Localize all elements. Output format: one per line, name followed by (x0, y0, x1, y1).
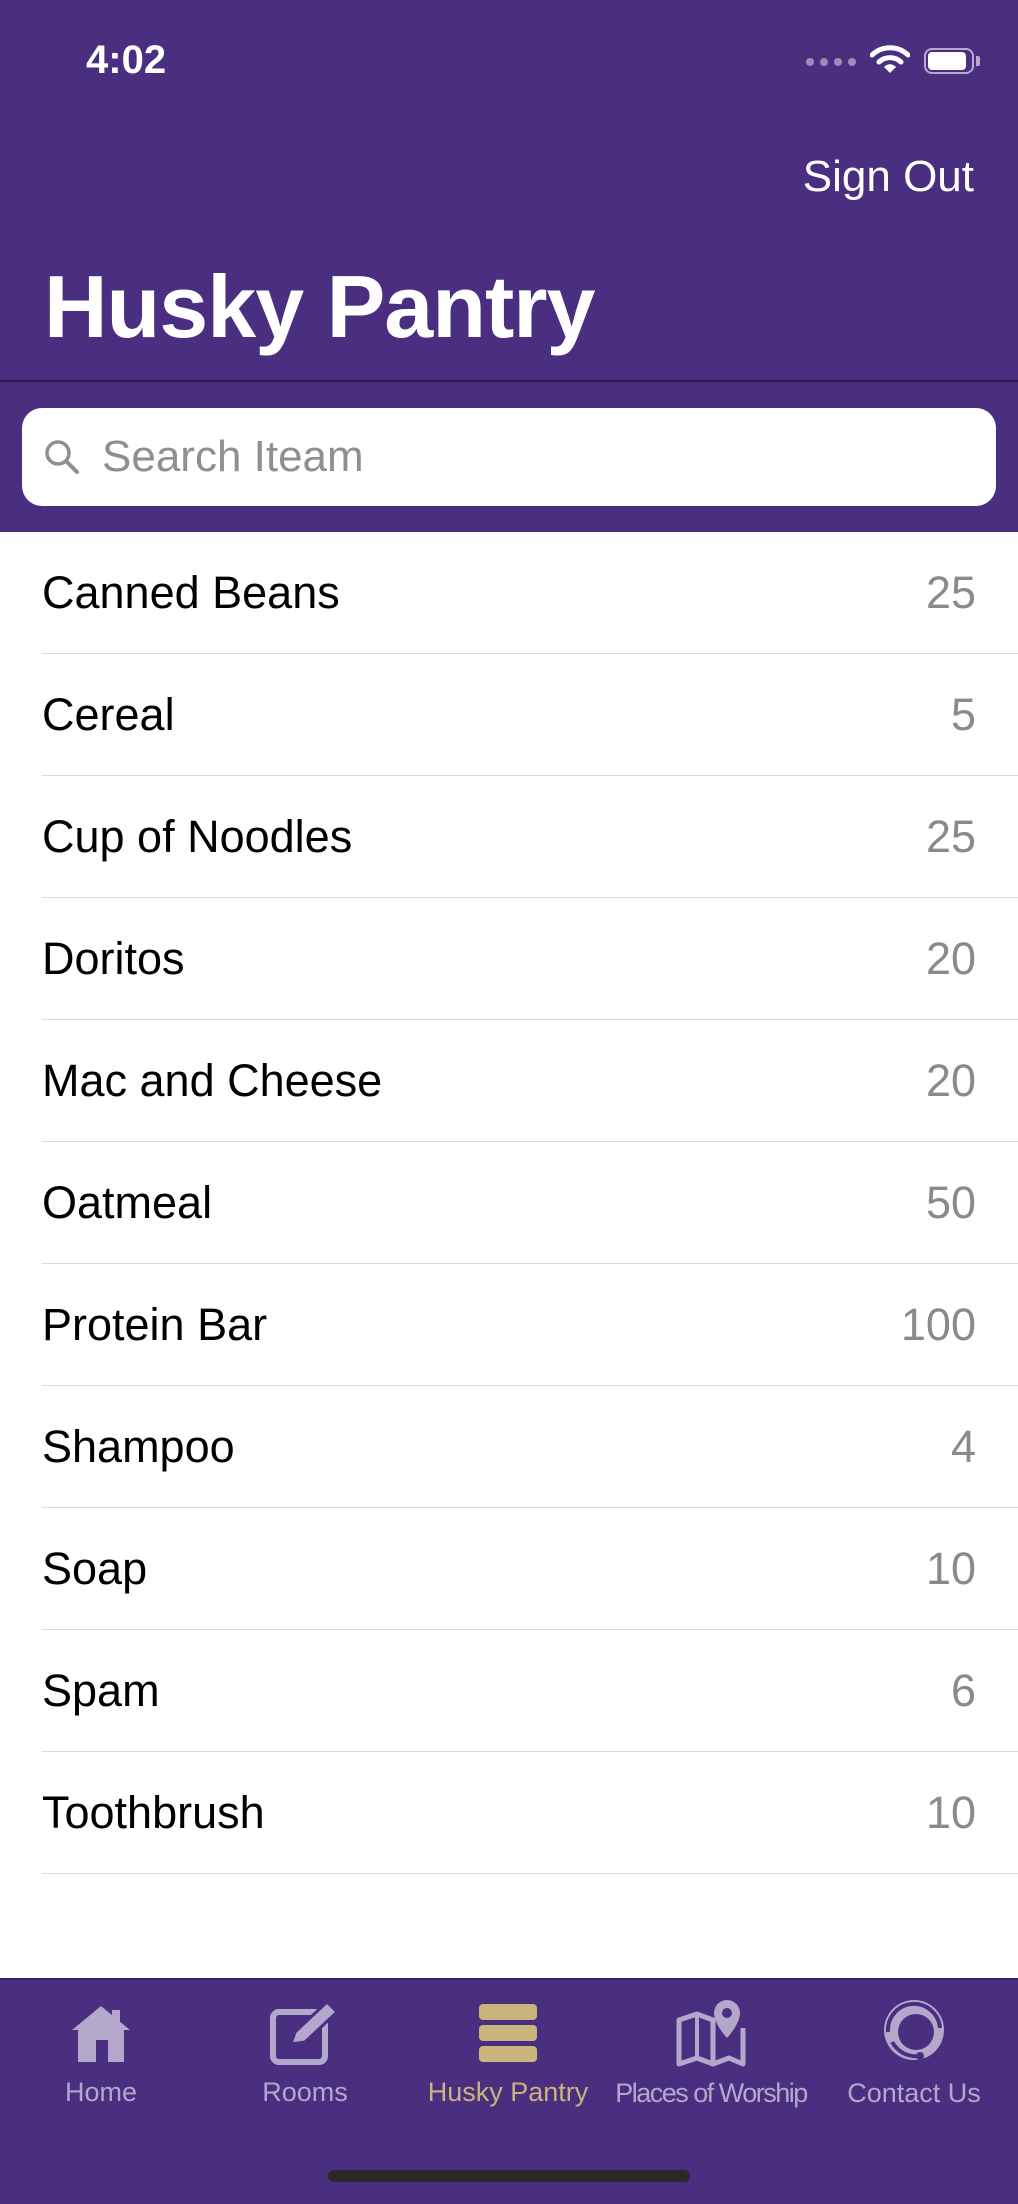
sign-out-button[interactable]: Sign Out (803, 152, 974, 202)
tab-rooms[interactable]: Rooms (205, 1998, 405, 2108)
item-count: 25 (925, 810, 976, 862)
list-item[interactable]: Soap 10 (42, 1508, 1018, 1630)
item-name: Mac and Cheese (42, 1054, 383, 1106)
item-name: Shampoo (42, 1420, 235, 1472)
list-item[interactable]: Oatmeal 50 (42, 1142, 1018, 1264)
item-count: 50 (925, 1176, 976, 1228)
home-indicator (328, 2170, 690, 2182)
wifi-icon (869, 44, 911, 80)
search-icon (40, 435, 84, 479)
tab-label: Places of Worship (615, 2078, 808, 2108)
page-title: Husky Pantry (44, 257, 595, 356)
item-name: Cereal (42, 688, 175, 740)
item-count: 10 (925, 1542, 976, 1594)
compose-icon (269, 1998, 341, 2067)
item-count: 5 (950, 688, 976, 740)
item-name: Spam (42, 1664, 160, 1716)
tab-label: Husky Pantry (427, 2077, 589, 2107)
pantry-item-list: Canned Beans 25 Cereal 5 Cup of Noodles 25 … (0, 532, 1018, 1874)
list-item[interactable]: Doritos 20 (42, 898, 1018, 1020)
tab-label: Rooms (262, 2077, 348, 2107)
item-count: 4 (950, 1420, 976, 1472)
stack-icon (477, 1998, 539, 2067)
tab-label: Home (64, 2077, 138, 2107)
item-name: Cup of Noodles (42, 810, 353, 862)
support-agent-icon (880, 1998, 948, 2068)
item-count: 20 (925, 1054, 976, 1106)
item-count: 20 (925, 932, 976, 984)
item-name: Canned Beans (42, 566, 340, 618)
tab-home[interactable]: Home (1, 1998, 201, 2108)
search-box[interactable] (22, 408, 996, 506)
list-item[interactable]: Cereal 5 (42, 654, 1018, 776)
item-name: Doritos (42, 932, 185, 984)
item-name: Soap (42, 1542, 148, 1594)
status-time: 4:02 (86, 38, 167, 82)
list-item[interactable]: Canned Beans 25 (42, 532, 1018, 654)
item-name: Protein Bar (42, 1298, 268, 1350)
search-bar-container (0, 382, 1018, 532)
list-item[interactable]: Shampoo 4 (42, 1386, 1018, 1508)
tab-label: Contact Us (847, 2078, 981, 2108)
list-item[interactable]: Mac and Cheese 20 (42, 1020, 1018, 1142)
battery-icon (924, 48, 980, 76)
tab-places-of-worship[interactable]: Places of Worship (611, 1998, 811, 2108)
cellular-signal-icon (806, 58, 856, 66)
item-count: 6 (950, 1664, 976, 1716)
item-name: Toothbrush (42, 1786, 265, 1838)
item-count: 10 (925, 1786, 976, 1838)
list-item[interactable]: Cup of Noodles 25 (42, 776, 1018, 898)
tab-contact-us[interactable]: Contact Us (814, 1998, 1014, 2108)
list-item[interactable]: Toothbrush 10 (42, 1752, 1018, 1874)
map-pin-icon (675, 1998, 747, 2068)
navigation-header: 4:02 Sign Out Husky Pantry (0, 0, 1018, 380)
item-count: 25 (925, 566, 976, 618)
status-indicators (806, 44, 980, 80)
tab-husky-pantry[interactable]: Husky Pantry (408, 1998, 608, 2108)
list-item[interactable]: Spam 6 (42, 1630, 1018, 1752)
list-item[interactable]: Protein Bar 100 (42, 1264, 1018, 1386)
search-input[interactable] (100, 431, 964, 483)
house-icon (68, 1998, 134, 2067)
item-count: 100 (900, 1298, 976, 1350)
item-name: Oatmeal (42, 1176, 213, 1228)
